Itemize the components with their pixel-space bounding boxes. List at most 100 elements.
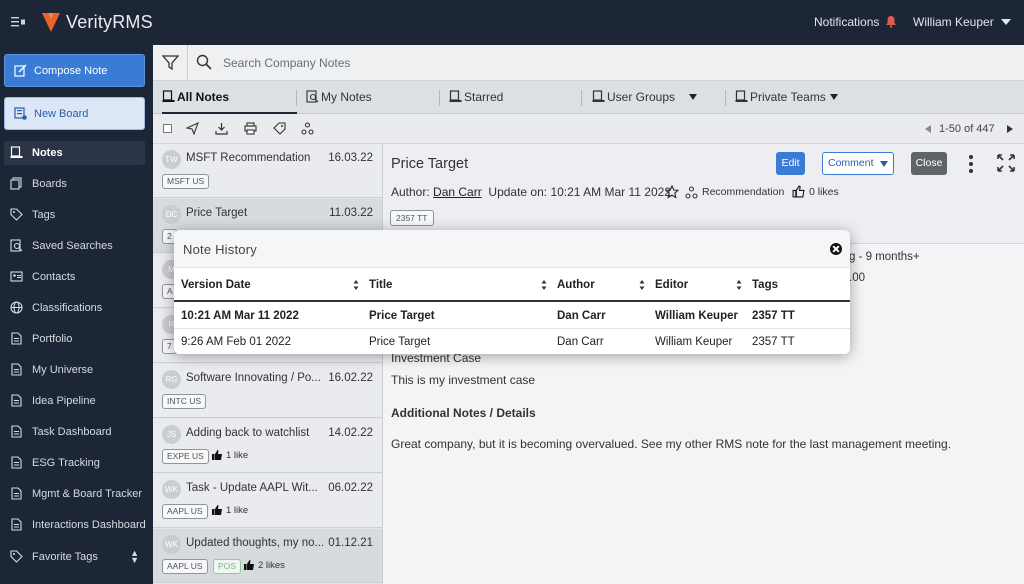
filter-icon[interactable] xyxy=(162,54,179,71)
comment-button[interactable]: Comment xyxy=(822,152,894,175)
note-body-text: .00 xyxy=(849,272,865,284)
sidebar-item-interactions-dashboard[interactable]: Interactions Dashboard xyxy=(4,513,146,537)
note-detail-header: Price Target Edit Comment Close Author: … xyxy=(383,144,1024,244)
column-header-author[interactable]: Author xyxy=(557,279,595,291)
bell-icon[interactable] xyxy=(885,15,897,28)
update-date: Update on: 10:21 AM Mar 11 2022 xyxy=(488,185,671,199)
star-icon[interactable] xyxy=(665,185,679,199)
sidebar-item-portfolio[interactable]: Portfolio xyxy=(4,327,145,351)
position-tag-chip[interactable]: POS xyxy=(213,559,241,574)
table-row[interactable]: 9:26 AM Feb 01 2022 Price Target Dan Car… xyxy=(174,329,850,354)
chevron-down-icon xyxy=(880,161,888,167)
note-history-modal: Note History Version Date Title Author E… xyxy=(174,230,850,354)
user-groups-icon xyxy=(592,90,605,102)
classification-icon[interactable] xyxy=(301,122,314,135)
compose-note-button[interactable]: Compose Note xyxy=(4,54,145,87)
sidebar-item-contacts[interactable]: Contacts xyxy=(4,265,145,289)
sidebar-item-favorite-tags[interactable]: Favorite Tags ▲ ▼ xyxy=(4,545,145,569)
sidebar-item-saved-searches[interactable]: Saved Searches xyxy=(4,234,145,258)
chevron-down-icon[interactable] xyxy=(1001,19,1011,25)
note-date: 06.02.22 xyxy=(328,482,373,494)
tab-user-groups[interactable]: User Groups xyxy=(592,81,722,114)
list-item[interactable]: TW MSFT Recommendation 16.03.22 MSFT US xyxy=(153,144,382,198)
author-link[interactable]: Dan Carr xyxy=(433,185,482,199)
sidebar-item-esg-tracking[interactable]: ESG Tracking xyxy=(4,451,145,475)
sidebar-item-my-universe[interactable]: My Universe xyxy=(4,358,145,382)
search-icon[interactable] xyxy=(196,54,212,70)
expand-icon[interactable] xyxy=(997,154,1015,172)
sidebar-item-classifications[interactable]: Classifications xyxy=(4,296,145,320)
sidebar-item-boards[interactable]: Boards xyxy=(4,172,145,196)
sort-icon[interactable] xyxy=(541,279,547,291)
tag-chip[interactable]: MSFT US xyxy=(162,174,210,189)
sort-icon[interactable] xyxy=(353,279,359,291)
tag-chip[interactable]: INTC US xyxy=(162,394,206,409)
document-icon xyxy=(11,425,22,438)
more-options-icon[interactable] xyxy=(968,154,974,174)
send-icon[interactable] xyxy=(186,122,199,135)
column-header-editor[interactable]: Editor xyxy=(655,279,688,291)
verity-logo-icon xyxy=(42,13,60,32)
close-button[interactable]: Close xyxy=(911,152,947,175)
tag-chip[interactable]: AAPL US xyxy=(162,504,208,519)
table-row[interactable]: 10:21 AM Mar 11 2022 Price Target Dan Ca… xyxy=(174,303,850,329)
notifications-link[interactable]: Notifications xyxy=(814,15,879,29)
tag-add-icon[interactable] xyxy=(273,122,286,135)
user-menu[interactable]: William Keuper xyxy=(913,15,994,29)
cell-author: Dan Carr xyxy=(557,336,604,348)
notes-tabs: All Notes My Notes Starred User Groups P… xyxy=(153,81,1024,114)
tag-icon xyxy=(10,208,23,221)
cell-version-date: 10:21 AM Mar 11 2022 xyxy=(181,310,299,322)
thumbs-up-icon xyxy=(212,505,222,515)
note-title: MSFT Recommendation xyxy=(186,152,311,164)
table-header: Version Date Title Author Editor Tags xyxy=(174,268,850,302)
previous-page-icon[interactable] xyxy=(925,125,931,133)
list-item[interactable]: WK Updated thoughts, my no... 01.12.21 A… xyxy=(153,529,382,583)
tab-private-teams[interactable]: Private Teams xyxy=(735,81,885,114)
tag-chip[interactable]: EXPE US xyxy=(162,449,209,464)
print-icon[interactable] xyxy=(244,122,257,135)
sidebar-item-notes[interactable]: Notes xyxy=(4,141,145,165)
note-date: 11.03.22 xyxy=(329,207,373,219)
download-icon[interactable] xyxy=(215,122,228,135)
sidebar: Compose Note New Board Notes Boards Tags… xyxy=(0,45,153,584)
list-item[interactable]: RG Software Innovating / Po... 16.02.22 … xyxy=(153,364,382,418)
tab-all-notes[interactable]: All Notes xyxy=(162,81,297,114)
sort-icon[interactable] xyxy=(639,279,645,291)
list-item[interactable]: WK Task - Update AAPL Wit... 06.02.22 AA… xyxy=(153,474,382,528)
like-count: 0 likes xyxy=(809,186,839,198)
sidebar-item-mgmt-board-tracker[interactable]: Mgmt & Board Tracker xyxy=(4,482,145,506)
column-header-title[interactable]: Title xyxy=(369,279,392,291)
column-header-version-date[interactable]: Version Date xyxy=(181,279,251,291)
select-all-checkbox[interactable] xyxy=(163,124,172,133)
edit-button[interactable]: Edit xyxy=(776,152,805,175)
note-title: Software Innovating / Po... xyxy=(186,372,321,384)
classification-label[interactable]: Recommendation xyxy=(702,186,784,198)
cell-editor: William Keuper xyxy=(655,310,738,322)
document-icon xyxy=(11,332,22,345)
sidebar-item-task-dashboard[interactable]: Task Dashboard xyxy=(4,420,145,444)
note-date: 16.02.22 xyxy=(328,372,373,384)
tag-chip[interactable]: AAPL US xyxy=(162,559,208,574)
tab-starred[interactable]: Starred xyxy=(449,81,579,114)
note-title: Adding back to watchlist xyxy=(186,427,310,439)
column-header-tags[interactable]: Tags xyxy=(752,279,778,291)
sort-icon[interactable] xyxy=(736,279,742,291)
list-toolbar: 1-50 of 447 xyxy=(153,114,1024,144)
note-title: Task - Update AAPL Wit... xyxy=(186,482,318,494)
list-item[interactable]: JS Adding back to watchlist 14.02.22 EXP… xyxy=(153,419,382,473)
avatar: DC xyxy=(162,205,181,224)
next-page-icon[interactable] xyxy=(1007,125,1013,133)
tag-chip[interactable]: 2357 TT xyxy=(390,210,434,226)
tab-my-notes[interactable]: My Notes xyxy=(306,81,436,114)
collapse-menu-icon[interactable] xyxy=(11,15,25,29)
expand-sort-icon[interactable]: ▲ ▼ xyxy=(130,549,139,565)
sidebar-item-idea-pipeline[interactable]: Idea Pipeline xyxy=(4,389,145,413)
private-teams-icon xyxy=(735,90,748,102)
document-icon xyxy=(11,518,22,531)
new-board-button[interactable]: New Board xyxy=(4,97,145,130)
sidebar-item-tags[interactable]: Tags xyxy=(4,203,145,227)
close-icon[interactable] xyxy=(830,243,842,255)
search-input[interactable] xyxy=(223,53,923,73)
thumbs-up-icon[interactable] xyxy=(792,185,805,198)
